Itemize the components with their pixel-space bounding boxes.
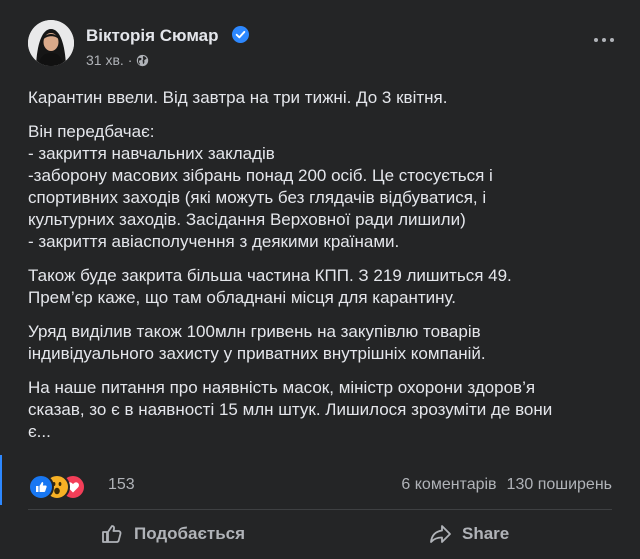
share-label: Share	[462, 524, 510, 543]
text-line: Прем’єр каже, що там обладнані місця для…	[28, 288, 457, 307]
post-timestamp[interactable]: 31 хв.	[86, 52, 124, 68]
text-line: На наше питання про наявність масок, мін…	[28, 378, 536, 397]
text-line: сказав, зо є в наявності 15 млн штук. Ли…	[28, 400, 553, 419]
dot	[610, 38, 614, 42]
text-line: Також буде закрита більша частина КПП. З…	[28, 266, 512, 285]
reactions-bar: 153 6 коментарів 130 поширень	[28, 472, 612, 500]
text-line: спортивних заходів (які можуть без гляда…	[28, 188, 487, 207]
paragraph-2: Він передбачає: - закриття навчальних за…	[28, 121, 618, 253]
post-header: Вікторія Сюмар 31 хв. ·	[18, 18, 622, 78]
like-button[interactable]: Подобається	[100, 514, 245, 554]
post-actions: Подобається Share	[28, 514, 612, 554]
verified-badge-icon	[232, 26, 249, 43]
paragraph-4: Уряд виділив також 100млн гривень на зак…	[28, 321, 618, 365]
post-meta: 31 хв. ·	[86, 52, 149, 68]
text-line: Він передбачає:	[28, 122, 155, 141]
post-text: Карантин ввели. Від завтра на три тижні.…	[28, 87, 618, 455]
paragraph-1: Карантин ввели. Від завтра на три тижні.…	[28, 87, 618, 109]
reaction-count[interactable]: 153	[108, 476, 135, 494]
dot	[594, 38, 598, 42]
text-line: є...	[28, 422, 51, 441]
dot	[602, 38, 606, 42]
text-line: - закриття навчальних закладів	[28, 144, 275, 163]
text-line: культурних заходів. Засідання Верховної …	[28, 210, 466, 229]
share-arrow-icon	[430, 525, 451, 543]
divider	[28, 509, 612, 510]
comments-count[interactable]: 6 коментарів	[401, 476, 496, 493]
text-line: Уряд виділив також 100млн гривень на зак…	[28, 322, 481, 341]
post-stats: 6 коментарів 130 поширень	[401, 476, 612, 494]
text-line: Карантин ввели. Від завтра на три тижні.…	[28, 88, 448, 107]
like-label: Подобається	[134, 524, 246, 543]
paragraph-5: На наше питання про наявність масок, мін…	[28, 377, 618, 443]
paragraph-3: Також буде закрита більша частина КПП. З…	[28, 265, 618, 309]
more-options-button[interactable]	[586, 22, 622, 58]
share-button[interactable]: Share	[428, 514, 509, 554]
avatar[interactable]	[28, 20, 74, 66]
text-line: - закриття авіасполучення з деякими краї…	[28, 232, 400, 251]
facebook-post: Вікторія Сюмар 31 хв. · Карантин ввели. В…	[0, 0, 640, 559]
like-reaction-icon	[28, 474, 54, 500]
thumbs-up-icon	[102, 525, 122, 543]
text-line: індивідуального захисту у приватних внут…	[28, 344, 486, 363]
reaction-icons[interactable]	[28, 474, 100, 500]
text-line: -заборону масових зібрань понад 200 осіб…	[28, 166, 493, 185]
shares-count[interactable]: 130 поширень	[507, 476, 612, 493]
globe-icon[interactable]	[136, 54, 149, 67]
meta-separator: ·	[127, 52, 133, 68]
author-name[interactable]: Вікторія Сюмар	[86, 26, 219, 46]
focus-indicator	[0, 455, 2, 505]
